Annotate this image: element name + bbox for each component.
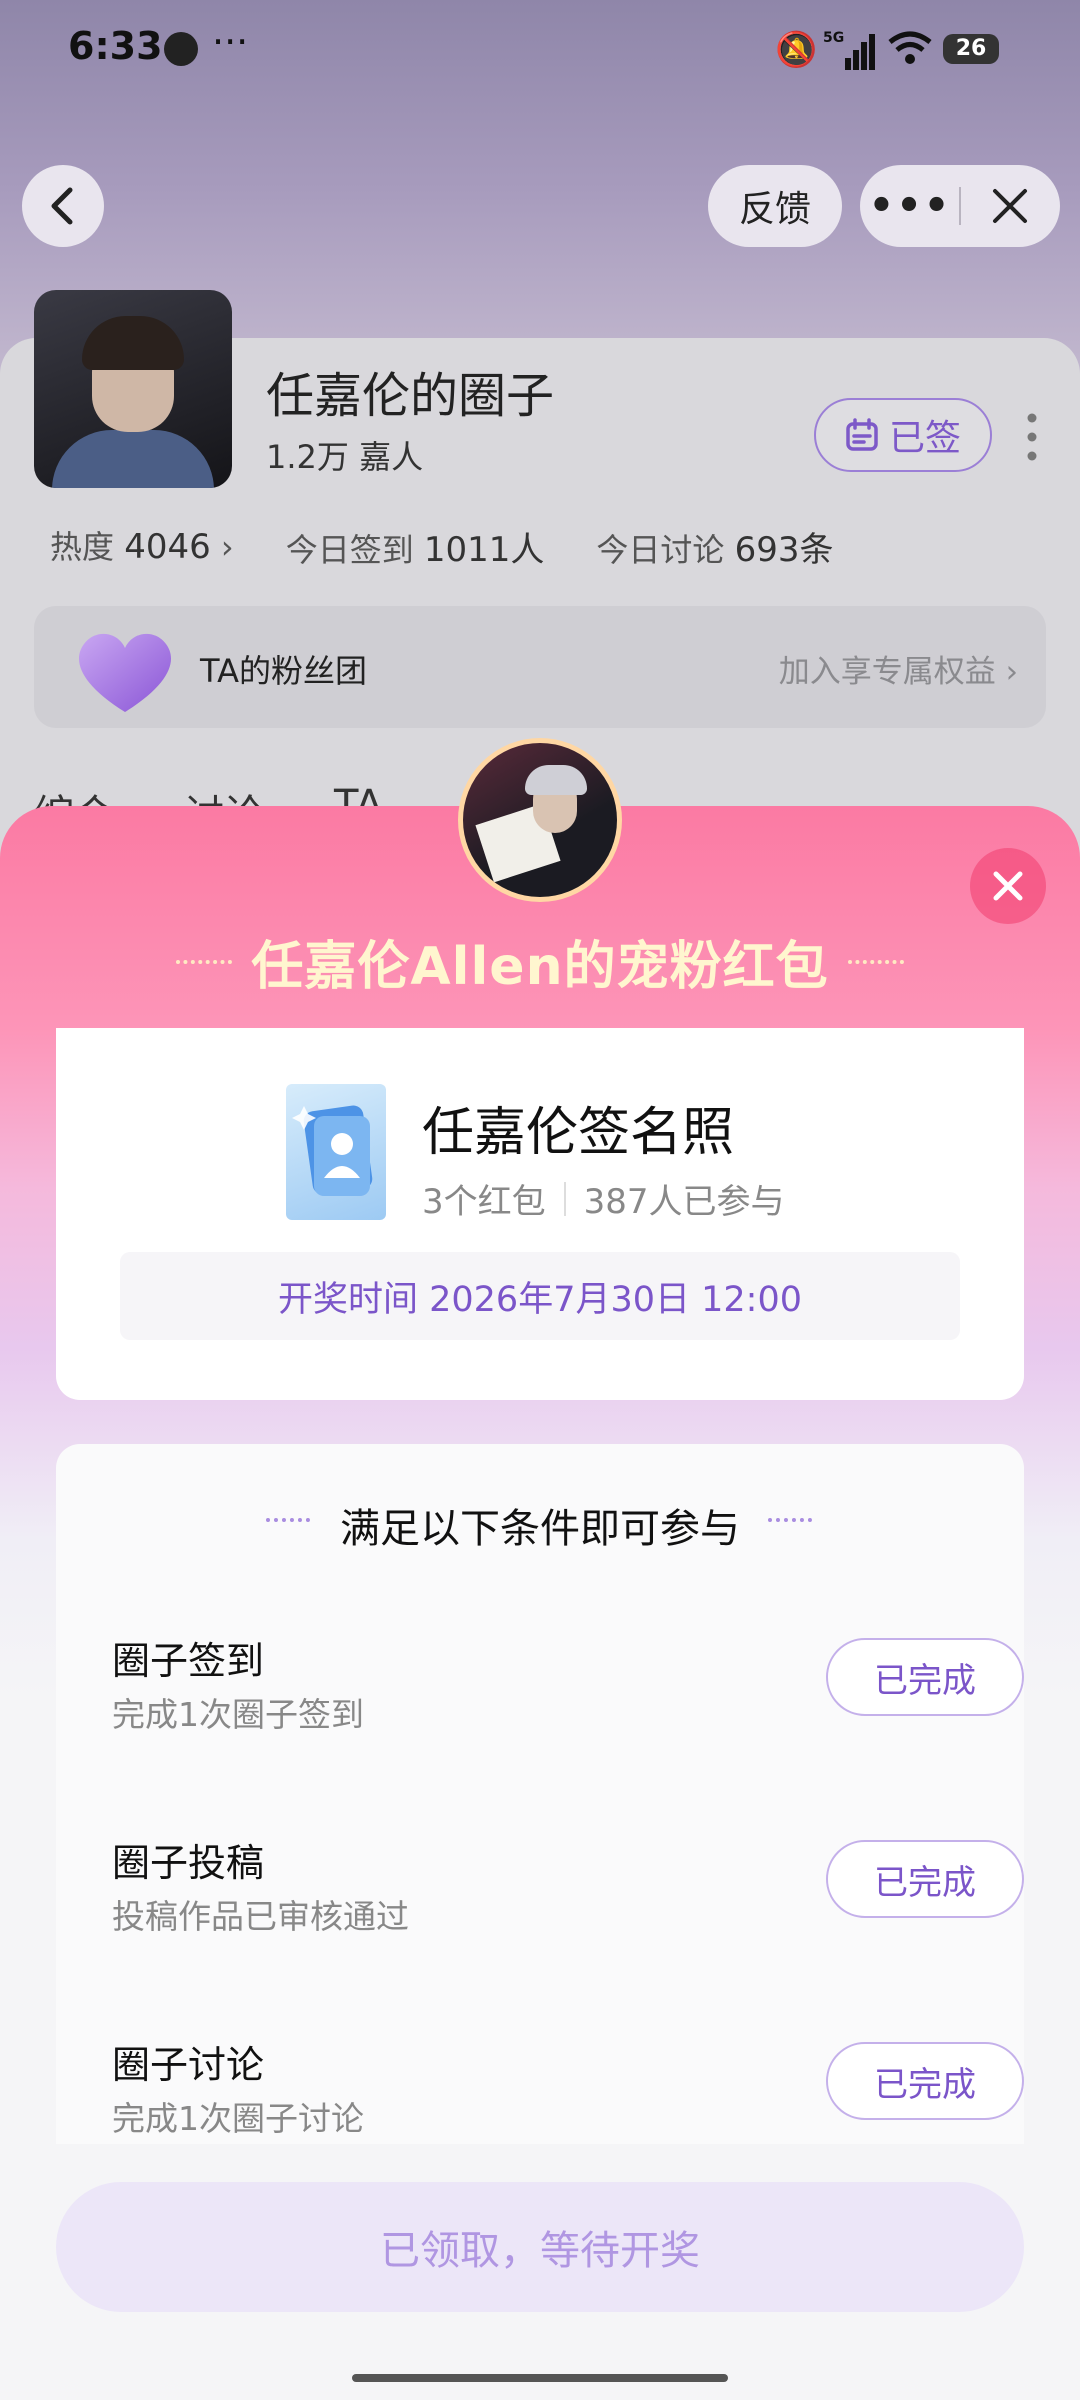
- condition-title: 圈子签到: [112, 1639, 265, 1683]
- modal-title: 任嘉伦Allen的宠粉红包: [251, 937, 829, 997]
- conditions-card: 满足以下条件即可参与 圈子签到 完成1次圈子签到 已完成 圈子投稿 投稿作品已审…: [56, 1444, 1024, 2144]
- conditions-header: 满足以下条件即可参与: [340, 1506, 740, 1552]
- purple-heart-icon: [78, 633, 172, 712]
- condition-desc: 完成1次圈子讨论: [112, 2099, 364, 2138]
- prize-meta: 3个红包 387人已参与: [422, 1174, 785, 1223]
- fan-club-banner[interactable]: TA的粉丝团 加入享专属权益 ›: [34, 606, 1046, 728]
- condition-desc: 投稿作品已审核通过: [112, 1897, 409, 1936]
- draw-time: 开奖时间 2026年7月30日 12:00: [120, 1252, 960, 1340]
- mini-app-capsule: •••: [860, 165, 1060, 247]
- prize-card: 任嘉伦签名照 3个红包 387人已参与 开奖时间 2026年7月30日 12:0…: [56, 1028, 1024, 1400]
- condition-title: 圈子讨论: [112, 2043, 265, 2087]
- title-decoration-right: [848, 960, 904, 964]
- calendar-icon: [846, 418, 878, 451]
- checkin-stat: 今日签到 1011人: [285, 530, 545, 570]
- status-time: 6:33: [68, 24, 163, 68]
- signed-in-button[interactable]: 已签: [814, 398, 992, 472]
- discussion-stat: 今日讨论 693条: [596, 530, 834, 570]
- circle-avatar[interactable]: [34, 290, 232, 488]
- header-decoration-right: [768, 1518, 812, 1522]
- status-more-dots: ···: [212, 20, 249, 64]
- prize-name: 任嘉伦签名照: [422, 1103, 735, 1163]
- condition-item-discuss: 圈子讨论 完成1次圈子讨论 已完成: [112, 2034, 1024, 2144]
- app-notification-icon: [164, 32, 198, 66]
- fan-club-join-link[interactable]: 加入享专属权益 ›: [779, 646, 1018, 691]
- vertical-more-icon[interactable]: [1026, 412, 1038, 462]
- status-bar: 6:33 ··· 🔕 5G 26: [0, 0, 1080, 96]
- close-icon: [993, 189, 1027, 223]
- chevron-right-icon: ›: [220, 528, 234, 566]
- mute-bell-icon: 🔕: [775, 30, 818, 70]
- chevron-left-icon: [51, 187, 73, 225]
- more-options-button[interactable]: •••: [860, 165, 960, 247]
- photo-card-icon: [286, 1084, 386, 1220]
- back-button[interactable]: [22, 165, 104, 247]
- close-app-button[interactable]: [960, 165, 1060, 247]
- signed-in-label: 已签: [888, 418, 961, 459]
- status-icons: 🔕 5G 26: [775, 24, 1005, 74]
- battery-icon: 26: [943, 34, 999, 64]
- participant-count: 387人已参与: [583, 1182, 785, 1222]
- condition-desc: 完成1次圈子签到: [112, 1695, 364, 1734]
- cellular-signal-icon: 5G: [823, 30, 875, 70]
- condition-item-submit: 圈子投稿 投稿作品已审核通过 已完成: [112, 1832, 1024, 1942]
- feedback-button[interactable]: 反馈: [708, 165, 842, 247]
- condition-status-button[interactable]: 已完成: [826, 2042, 1024, 2120]
- circle-stats: 热度 4046 › 今日签到 1011人 今日讨论 693条: [50, 522, 834, 571]
- home-indicator[interactable]: [352, 2374, 728, 2382]
- circle-title: 任嘉伦的圈子: [266, 368, 555, 424]
- modal-host-avatar: [458, 738, 622, 902]
- claimed-waiting-button[interactable]: 已领取，等待开奖: [56, 2182, 1024, 2312]
- heat-stat[interactable]: 热度 4046 ›: [50, 522, 234, 571]
- condition-status-button[interactable]: 已完成: [826, 1840, 1024, 1918]
- fan-club-title: TA的粉丝团: [200, 652, 367, 690]
- meta-divider: [563, 1181, 566, 1216]
- red-packet-count: 3个红包: [422, 1182, 546, 1222]
- condition-status-button[interactable]: 已完成: [826, 1638, 1024, 1716]
- circle-fan-count: 1.2万 嘉人: [266, 438, 424, 476]
- wifi-icon: [888, 31, 932, 64]
- condition-item-checkin: 圈子签到 完成1次圈子签到 已完成: [112, 1630, 1024, 1740]
- condition-title: 圈子投稿: [112, 1841, 265, 1885]
- chevron-right-icon: ›: [1005, 654, 1018, 690]
- modal-close-button[interactable]: [970, 848, 1046, 924]
- close-icon: [993, 871, 1023, 901]
- svg-text:5G: 5G: [823, 30, 844, 46]
